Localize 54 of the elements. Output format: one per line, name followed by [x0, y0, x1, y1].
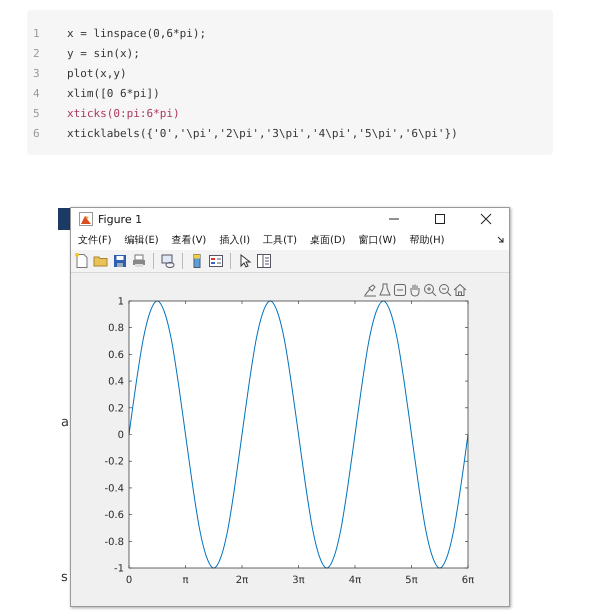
menu-item[interactable]: 查看(V)	[172, 233, 206, 247]
x-tick-label: 5π	[405, 575, 418, 586]
line-number: 6	[33, 126, 41, 140]
partial-text: a	[61, 415, 69, 430]
print-icon[interactable]	[131, 253, 147, 269]
y-tick-label: -0.8	[104, 536, 124, 548]
line-number: 4	[33, 86, 41, 100]
x-tick-label: 6π	[462, 575, 474, 586]
zoom-in-icon[interactable]	[423, 283, 437, 297]
y-tick-label: -1	[114, 564, 124, 574]
x-tick-label: 2π	[236, 575, 248, 586]
menu-item[interactable]: 帮助(H)	[409, 233, 445, 247]
menu-item[interactable]: 桌面(D)	[310, 233, 346, 247]
partial-text: s	[61, 570, 68, 585]
dock-arrow-icon[interactable]	[497, 236, 505, 244]
code-line: xticks(0:pi:6*pi)	[67, 106, 180, 120]
brush-icon[interactable]	[363, 283, 377, 297]
y-tick-label: 1	[118, 296, 124, 308]
save-icon[interactable]	[112, 253, 128, 269]
legend-icon[interactable]	[208, 253, 224, 269]
zoom-out-icon[interactable]	[438, 283, 452, 297]
code-line: xticklabels({'0','\pi','2\pi','3\pi','4\pi','5\pi','6\pi'})	[67, 126, 458, 140]
menu-item[interactable]: 窗口(W)	[358, 233, 396, 247]
menu-item[interactable]: 编辑(E)	[124, 233, 159, 247]
menu-item[interactable]: 文件(F)	[78, 233, 112, 247]
y-tick-label: 0.6	[108, 350, 124, 361]
x-tick-label: 4π	[348, 575, 362, 586]
property-panel-icon[interactable]	[256, 253, 272, 269]
code-line: y = sin(x);	[67, 46, 140, 60]
code-line: x = linspace(0,6*pi);	[67, 26, 206, 40]
y-tick-label: 0.4	[108, 376, 124, 388]
new-file-icon[interactable]	[74, 253, 90, 269]
y-tick-label: 0	[118, 430, 124, 441]
window-title: Figure 1	[98, 212, 142, 226]
home-icon[interactable]	[453, 283, 467, 297]
pan-hand-icon[interactable]	[408, 283, 422, 297]
x-tick-label: 0	[126, 575, 132, 586]
line-number: 3	[33, 66, 41, 80]
code-line: plot(x,y)	[67, 66, 127, 80]
line-number: 5	[33, 106, 41, 120]
app-icon	[79, 212, 93, 226]
x-tick-label: 3π	[292, 575, 305, 586]
y-tick-label: -0.2	[104, 456, 124, 468]
y-tick-label: -0.6	[104, 510, 124, 522]
y-tick-label: -0.4	[104, 483, 124, 494]
line-number: 1	[33, 26, 41, 40]
y-tick-label: 0.8	[108, 323, 124, 334]
y-tick-label: 0.2	[108, 403, 124, 414]
menu-item[interactable]: 插入(I)	[219, 233, 250, 247]
title-bar	[58, 208, 71, 230]
x-tick-label: π	[182, 575, 189, 586]
menu-item[interactable]: 工具(T)	[263, 233, 298, 247]
code-line: xlim([0 6*pi])	[67, 86, 160, 100]
line-number: 2	[33, 46, 41, 60]
